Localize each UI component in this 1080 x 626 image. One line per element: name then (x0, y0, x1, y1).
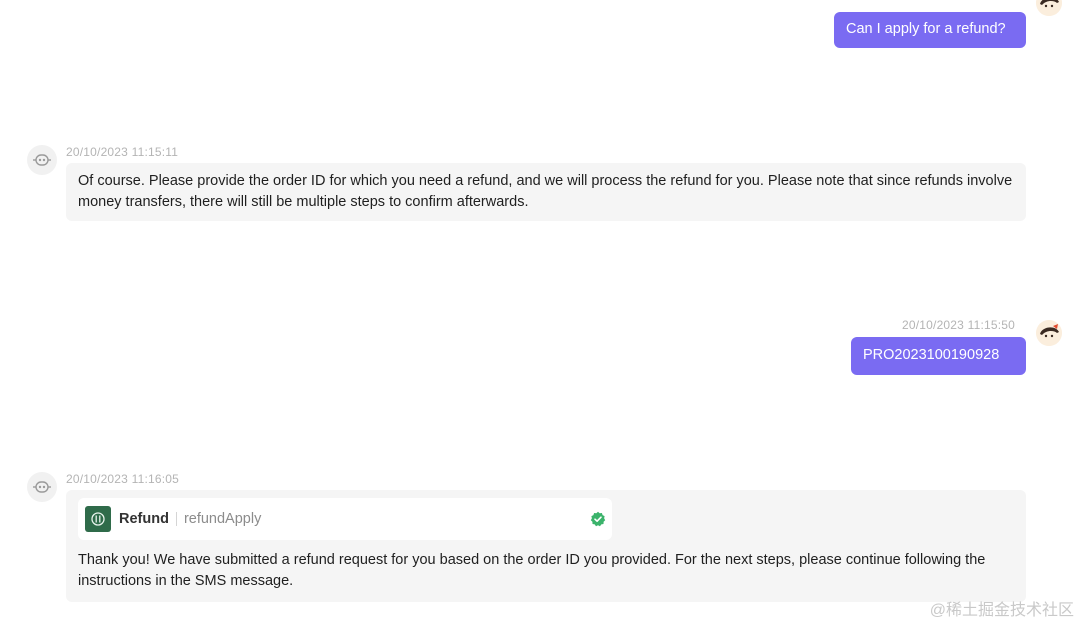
user-message-bubble: Can I apply for a refund? (834, 12, 1026, 48)
user-message-text: PRO2023100190928 (863, 347, 1000, 364)
plugin-logo-icon (85, 506, 111, 532)
user-avatar-icon[interactable] (1036, 320, 1062, 346)
watermark: @稀土掘金技术社区 (929, 602, 1074, 619)
bot-message-bubble: Of course. Please provide the order ID f… (66, 163, 1026, 221)
user-avatar-icon[interactable] (1036, 0, 1062, 16)
message-timestamp: 20/10/2023 11:15:11 (66, 145, 179, 159)
tool-name: Refund (119, 510, 169, 527)
bot-avatar (27, 145, 57, 175)
chat-thread: Can I apply for a refund? 20/10/2023 11:… (0, 0, 1080, 626)
message-timestamp: 20/10/2023 11:16:05 (66, 472, 180, 486)
robot-icon (33, 481, 51, 493)
robot-icon (33, 154, 51, 166)
check-badge-icon (590, 511, 606, 527)
bot-avatar (27, 472, 57, 502)
bot-message-bubble: Refund refundApply Thank you! We have su… (66, 490, 1026, 602)
user-message-bubble: PRO2023100190928 (851, 337, 1026, 375)
tool-function-name: refundApply (183, 510, 262, 527)
tool-call-card[interactable]: Refund refundApply (78, 498, 612, 540)
bot-message-text: Thank you! We have submitted a refund re… (78, 552, 986, 589)
bot-message-text: Of course. Please provide the order ID f… (78, 173, 1013, 210)
divider (175, 512, 177, 526)
user-message-text: Can I apply for a refund? (846, 21, 1006, 38)
message-timestamp: 20/10/2023 11:15:50 (902, 318, 1016, 332)
